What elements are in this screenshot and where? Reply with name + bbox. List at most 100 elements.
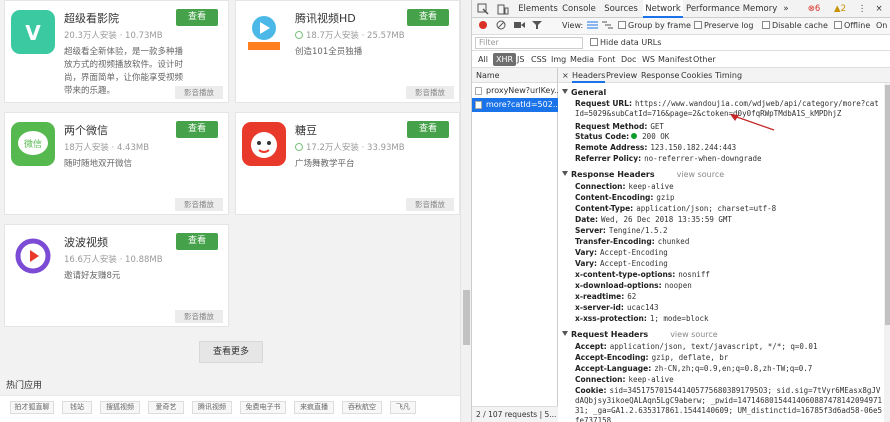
scrollbar-thumb[interactable]	[885, 85, 890, 325]
waterfall-view-icon[interactable]	[602, 20, 613, 32]
disable-cache-checkbox[interactable]: Disable cache	[762, 21, 828, 30]
header-row: Connection: keep-alive	[575, 375, 674, 384]
clear-icon[interactable]	[496, 20, 506, 32]
view-button[interactable]: 查看	[176, 233, 218, 250]
hot-app-link[interactable]: 来疯直播	[294, 401, 334, 414]
tab-response[interactable]: Response	[641, 68, 679, 83]
type-css[interactable]: CSS	[528, 53, 550, 66]
app-card[interactable]: 微信 两个微信 18万人安装 · 4.43MB 随时随地双开微信 查看 影音播放	[4, 112, 229, 215]
app-icon[interactable]	[242, 122, 286, 166]
view-button[interactable]: 查看	[407, 9, 449, 26]
resource-type-filter: All XHR JS CSS Img Media Font Doc WS Man…	[472, 51, 890, 68]
app-card[interactable]: V 超级看影院 20.3万人安装 · 10.73MB 超级看全新体验，是一款多种…	[4, 0, 229, 103]
hot-app-link[interactable]: 爱奇艺	[148, 401, 184, 414]
view-button[interactable]: 查看	[176, 9, 218, 26]
category-tag[interactable]: 影音播放	[175, 198, 223, 211]
app-desc: 超级看全新体验，是一款多种播放方式的视频播放软件。设计时尚，界面简单，让你能享受…	[64, 47, 184, 96]
throttling-select[interactable]: On	[876, 21, 887, 30]
tab-preview[interactable]: Preview	[606, 68, 637, 83]
expand-arrow-icon	[562, 171, 568, 176]
general-section-header[interactable]: General	[562, 88, 606, 97]
error-badge[interactable]: ⊗6	[802, 0, 826, 18]
view-button[interactable]: 查看	[176, 121, 218, 138]
type-js[interactable]: JS	[514, 53, 527, 66]
app-meta: 20.3万人安装 · 10.73MB	[64, 31, 163, 41]
page-scrollbar[interactable]	[460, 0, 471, 422]
app-name[interactable]: 波波视频	[64, 234, 108, 250]
offline-checkbox[interactable]: Offline	[834, 21, 870, 30]
tab-timing[interactable]: Timing	[715, 68, 742, 83]
type-other[interactable]: Other	[690, 53, 719, 66]
list-view-icon[interactable]	[587, 20, 598, 32]
request-detail: × Headers Preview Response Cookies Timin…	[558, 68, 890, 422]
hot-app-link[interactable]: 拍才狐直聊	[10, 401, 54, 414]
app-name[interactable]: 两个微信	[64, 122, 108, 138]
detail-scrollbar[interactable]	[884, 83, 890, 422]
view-source-link[interactable]: view source	[670, 330, 718, 339]
expand-arrow-icon	[562, 331, 568, 336]
app-icon[interactable]	[242, 10, 286, 54]
hot-app-link[interactable]: 免费电子书	[240, 401, 286, 414]
app-icon[interactable]	[11, 234, 55, 278]
app-meta: 17.2万人安装 · 33.93MB	[295, 141, 405, 153]
more-tabs-icon[interactable]: »	[780, 0, 792, 18]
kebab-menu-icon[interactable]: ⋮	[856, 0, 868, 18]
group-by-frame-checkbox[interactable]: Group by frame	[618, 21, 691, 30]
app-icon[interactable]: 微信	[11, 122, 55, 166]
request-headers-section[interactable]: Request Headers view source	[562, 330, 718, 339]
hot-app-link[interactable]: 腾讯视频	[192, 401, 232, 414]
type-doc[interactable]: Doc	[618, 53, 639, 66]
record-icon[interactable]	[478, 20, 488, 32]
type-media[interactable]: Media	[567, 53, 597, 66]
header-row: Server: Tengine/1.5.2	[575, 226, 668, 235]
app-icon[interactable]: V	[11, 10, 55, 54]
app-card[interactable]: 腾讯视频HD 18.7万人安装 · 25.57MB 创造101全员独播 查看 影…	[235, 0, 460, 103]
tab-sources[interactable]: Sources	[602, 0, 640, 18]
hot-app-link[interactable]: 吞秋航空	[342, 401, 382, 414]
request-row[interactable]: more?catId=502...	[472, 98, 558, 112]
verified-icon	[295, 143, 303, 151]
hide-data-urls-checkbox[interactable]: Hide data URLs	[590, 38, 661, 47]
request-row[interactable]: proxyNew?urlKey...	[472, 84, 558, 98]
tab-headers[interactable]: Headers	[572, 68, 606, 83]
view-button[interactable]: 查看	[407, 121, 449, 138]
category-tag[interactable]: 影音播放	[406, 198, 454, 211]
hot-app-link[interactable]: 钱站	[62, 401, 92, 414]
app-name[interactable]: 糖豆	[295, 122, 317, 138]
device-toolbar-icon[interactable]	[494, 0, 512, 18]
response-headers-section[interactable]: Response Headers view source	[562, 170, 724, 179]
category-tag[interactable]: 影音播放	[175, 86, 223, 99]
close-detail-icon[interactable]: ×	[562, 68, 569, 83]
tab-elements[interactable]: Elements	[518, 0, 558, 18]
app-card[interactable]: 波波视频 16.6万人安装 · 10.88MB 邀请好友赚8元 查看 影音播放	[4, 224, 229, 327]
type-xhr[interactable]: XHR	[493, 53, 517, 66]
file-icon	[475, 101, 482, 109]
tab-cookies[interactable]: Cookies	[681, 68, 712, 83]
scrollbar-thumb[interactable]	[463, 290, 470, 345]
inspect-icon[interactable]	[474, 0, 492, 18]
preserve-log-checkbox[interactable]: Preserve log	[694, 21, 754, 30]
hot-app-link[interactable]: 飞凡	[390, 401, 416, 414]
app-meta: 18.7万人安装 · 25.57MB	[295, 29, 405, 41]
app-name[interactable]: 腾讯视频HD	[295, 10, 356, 26]
close-icon[interactable]: ×	[872, 0, 886, 18]
tab-console[interactable]: Console	[560, 0, 598, 18]
name-column-header[interactable]: Name	[472, 68, 557, 83]
view-more-button[interactable]: 查看更多	[199, 341, 263, 363]
hot-app-link[interactable]: 搜狐视频	[100, 401, 140, 414]
video-camera-icon[interactable]	[514, 20, 525, 32]
tab-performance[interactable]: Performance	[686, 0, 740, 18]
category-tag[interactable]: 影音播放	[406, 86, 454, 99]
filter-input[interactable]: Filter	[475, 37, 583, 49]
category-tag[interactable]: 影音播放	[175, 310, 223, 323]
view-source-link[interactable]: view source	[677, 170, 725, 179]
app-card[interactable]: 糖豆 17.2万人安装 · 33.93MB 广场舞教学平台 查看 影音播放	[235, 112, 460, 215]
filter-icon[interactable]	[532, 20, 542, 32]
type-font[interactable]: Font	[595, 53, 618, 66]
warning-badge[interactable]: ▲2	[828, 0, 852, 18]
tab-network[interactable]: Network	[643, 0, 683, 18]
tab-memory[interactable]: Memory	[742, 0, 778, 18]
svg-text:微信: 微信	[24, 138, 42, 150]
app-name[interactable]: 超级看影院	[64, 10, 119, 26]
type-all[interactable]: All	[475, 53, 491, 66]
